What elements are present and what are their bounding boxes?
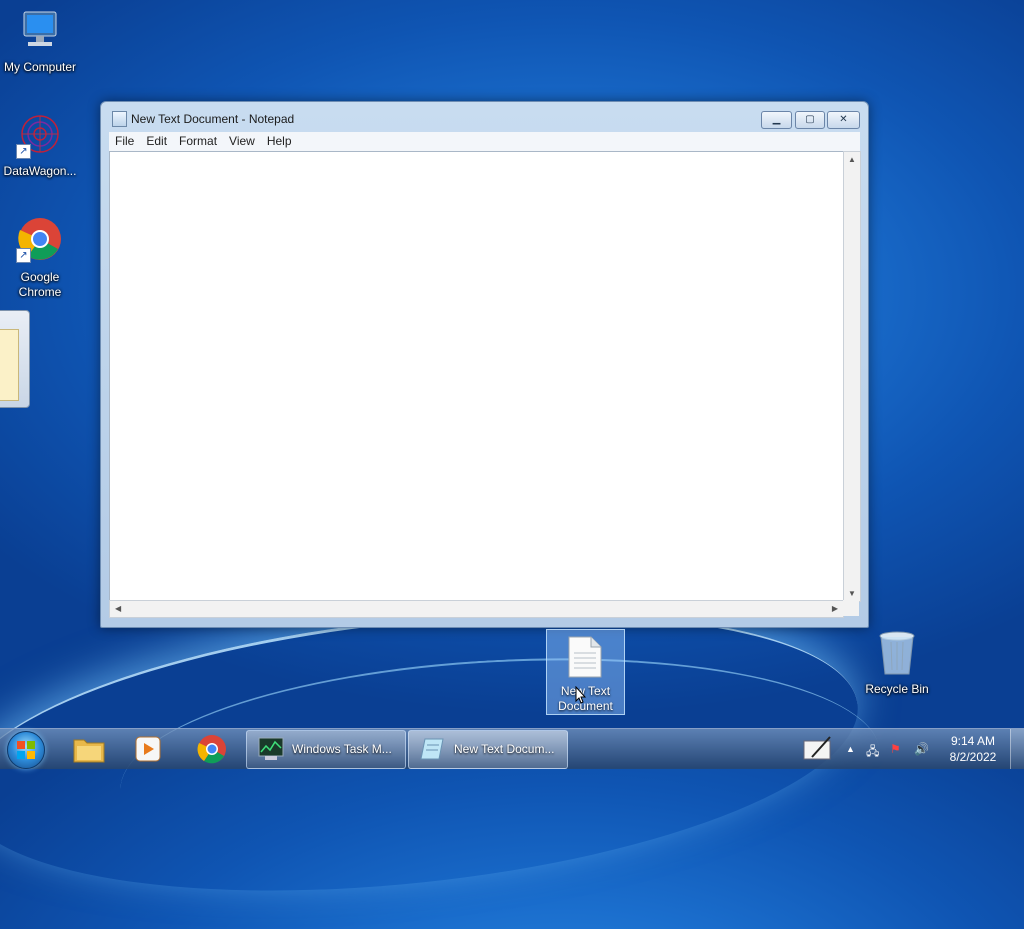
computer-icon [23, 11, 57, 46]
folder-icon [73, 739, 105, 763]
taskbar-button-label: Windows Task M... [292, 742, 392, 756]
scroll-down-icon[interactable]: ▼ [848, 589, 856, 598]
scroll-left-icon[interactable]: ◀ [115, 604, 121, 613]
taskbar-pin-explorer[interactable] [62, 732, 116, 766]
desktop-icon-google-chrome[interactable]: ↗ Google Chrome [0, 216, 80, 300]
desktop-icon-my-computer[interactable]: My Computer [0, 8, 80, 75]
volume-icon[interactable]: 🔊 [914, 742, 929, 756]
desktop-icon-label: Google Chrome [18, 270, 62, 299]
recycle-bin-icon [879, 631, 915, 675]
pen-input-icon[interactable] [802, 735, 834, 763]
notepad-icon [420, 738, 444, 760]
scroll-up-icon[interactable]: ▲ [848, 155, 856, 164]
show-hidden-icons-chevron-icon[interactable]: ▲ [846, 744, 855, 754]
task-manager-icon [258, 737, 284, 760]
window-title: New Text Document - Notepad [131, 112, 295, 126]
desktop-icon-datawagon[interactable]: ↗ DataWagon... [0, 112, 80, 179]
menu-help[interactable]: Help [261, 132, 298, 151]
vertical-scrollbar[interactable]: ▲ ▼ [843, 151, 861, 602]
shortcut-arrow-icon: ↗ [16, 248, 31, 263]
maximize-button[interactable]: ▢ [795, 111, 825, 129]
shortcut-arrow-icon: ↗ [16, 144, 31, 159]
clock-time: 9:14 AM [950, 734, 996, 748]
scroll-right-icon[interactable]: ▶ [832, 604, 838, 613]
partial-window-edge[interactable] [0, 310, 30, 408]
start-button[interactable] [7, 731, 45, 769]
network-icon[interactable]: 🖧 [866, 742, 879, 763]
desktop-icon-label: DataWagon... [3, 164, 77, 178]
mouse-cursor-icon [575, 686, 587, 704]
menu-file[interactable]: File [109, 132, 140, 151]
desktop-icon-label: Recycle Bin [865, 682, 929, 696]
text-editor[interactable] [109, 151, 844, 602]
menu-edit[interactable]: Edit [140, 132, 173, 151]
clock-date: 8/2/2022 [949, 750, 997, 764]
taskbar: Windows Task M... New Text Docum... ▲ 🖧 … [0, 728, 1024, 769]
minimize-button[interactable]: ▁ [761, 111, 792, 129]
action-center-flag-icon[interactable]: ⚑ [890, 742, 901, 756]
taskbar-pin-media-player[interactable] [121, 732, 175, 766]
notepad-window[interactable]: New Text Document - Notepad ▁ ▢ ✕ File Ed… [100, 101, 869, 628]
taskbar-button-label: New Text Docum... [454, 742, 555, 756]
horizontal-scrollbar[interactable]: ◀ ▶ [109, 600, 844, 618]
desktop-icon-label: My Computer [3, 60, 77, 74]
close-button[interactable]: ✕ [827, 111, 860, 129]
taskbar-task-manager[interactable]: Windows Task M... [246, 730, 406, 769]
desktop-icon-new-text-document[interactable]: New Text Document [546, 629, 625, 715]
desktop-icon-recycle-bin[interactable]: Recycle Bin [857, 630, 937, 697]
menu-format[interactable]: Format [173, 132, 223, 151]
windows-logo-icon [17, 741, 35, 759]
chrome-icon [197, 735, 226, 764]
taskbar-pin-chrome[interactable] [185, 732, 239, 766]
window-titlebar[interactable]: New Text Document - Notepad ▁ ▢ ✕ [101, 102, 868, 132]
taskbar-clock[interactable]: 9:14 AM 8/2/2022 [943, 733, 1003, 765]
taskbar-notepad[interactable]: New Text Docum... [408, 730, 568, 769]
menu-bar: File Edit Format View Help [109, 132, 860, 151]
notepad-paper-icon [0, 329, 19, 401]
show-desktop-button[interactable] [1010, 729, 1024, 769]
text-file-icon [568, 636, 602, 678]
media-player-icon [135, 736, 161, 762]
notepad-icon [112, 111, 127, 127]
size-grip[interactable] [843, 600, 859, 616]
menu-view[interactable]: View [223, 132, 261, 151]
